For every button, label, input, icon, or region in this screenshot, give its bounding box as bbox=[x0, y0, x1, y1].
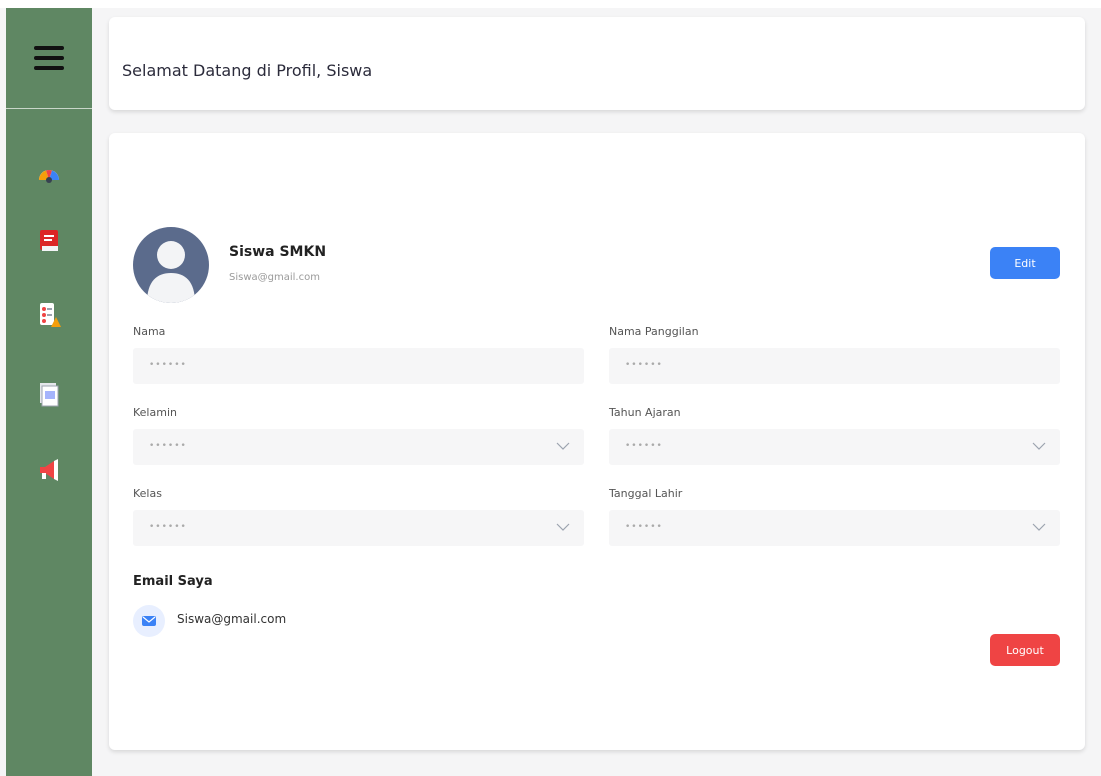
hamburger-menu-icon bbox=[34, 46, 64, 70]
mail-icon bbox=[142, 616, 156, 626]
sidebar-item-schedule[interactable] bbox=[36, 302, 62, 328]
sidebar-item-dashboard[interactable] bbox=[36, 162, 62, 188]
avatar bbox=[133, 227, 209, 303]
kelas-placeholder: •••••• bbox=[149, 522, 187, 532]
sidebar bbox=[6, 8, 92, 776]
nama-placeholder: •••••• bbox=[149, 360, 187, 370]
email-section-heading: Email Saya bbox=[133, 574, 213, 589]
tahun-ajaran-label: Tahun Ajaran bbox=[609, 406, 681, 419]
sidebar-item-courses[interactable] bbox=[36, 228, 62, 254]
kelamin-select[interactable]: •••••• bbox=[133, 429, 584, 465]
megaphone-icon bbox=[40, 459, 58, 481]
edit-button[interactable]: Edit bbox=[990, 247, 1060, 279]
book-icon bbox=[40, 230, 58, 251]
sidebar-item-documents[interactable] bbox=[36, 382, 62, 408]
nama-panggilan-placeholder: •••••• bbox=[625, 360, 663, 370]
schedule-clipboard-icon bbox=[40, 303, 61, 327]
chevron-down-icon bbox=[1032, 523, 1046, 531]
kelas-select[interactable]: •••••• bbox=[133, 510, 584, 546]
top-strip bbox=[0, 0, 1101, 8]
document-icon bbox=[40, 383, 59, 407]
sidebar-item-announcements[interactable] bbox=[36, 456, 62, 482]
logout-button[interactable]: Logout bbox=[990, 634, 1060, 666]
dashboard-gauge-icon bbox=[39, 170, 59, 183]
tanggal-lahir-select[interactable]: •••••• bbox=[609, 510, 1060, 546]
kelamin-label: Kelamin bbox=[133, 406, 177, 419]
mail-badge bbox=[133, 605, 165, 637]
kelamin-placeholder: •••••• bbox=[149, 441, 187, 451]
nama-panggilan-label: Nama Panggilan bbox=[609, 325, 699, 338]
nama-panggilan-field[interactable]: •••••• bbox=[609, 348, 1060, 384]
chevron-down-icon bbox=[556, 523, 570, 531]
chevron-down-icon bbox=[556, 442, 570, 450]
tanggal-lahir-label: Tanggal Lahir bbox=[609, 487, 683, 500]
menu-toggle-button[interactable] bbox=[6, 8, 92, 109]
user-avatar-icon bbox=[147, 241, 195, 303]
header-card: Selamat Datang di Profil, Siswa bbox=[109, 17, 1085, 110]
tanggal-lahir-placeholder: •••••• bbox=[625, 522, 663, 532]
email-address: Siswa@gmail.com bbox=[177, 612, 287, 626]
profile-card: Siswa SMKN Siswa@gmail.com Edit Nama •••… bbox=[109, 133, 1085, 750]
profile-email: Siswa@gmail.com bbox=[229, 272, 320, 283]
tahun-ajaran-placeholder: •••••• bbox=[625, 441, 663, 451]
page-title: Selamat Datang di Profil, Siswa bbox=[122, 61, 373, 80]
profile-name: Siswa SMKN bbox=[229, 244, 327, 260]
nama-label: Nama bbox=[133, 325, 166, 338]
tahun-ajaran-select[interactable]: •••••• bbox=[609, 429, 1060, 465]
nama-field[interactable]: •••••• bbox=[133, 348, 584, 384]
kelas-label: Kelas bbox=[133, 487, 162, 500]
chevron-down-icon bbox=[1032, 442, 1046, 450]
